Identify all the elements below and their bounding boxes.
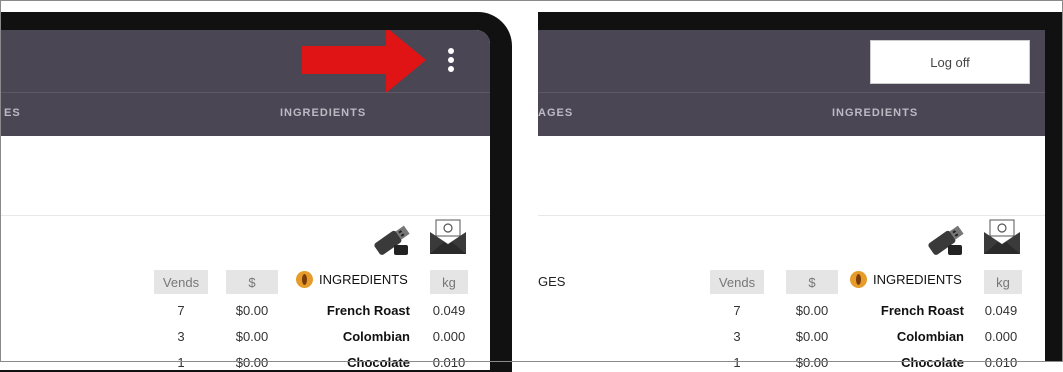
cell-ingredient: Chocolate: [347, 355, 410, 370]
cell-kg: 0.010: [984, 355, 1018, 370]
cell-kg: 0.000: [432, 329, 466, 344]
header-ingredients-label: INGREDIENTS: [319, 272, 408, 287]
right-device-edge: [1045, 12, 1063, 362]
tab-ingredients[interactable]: INGREDIENTS: [280, 107, 366, 119]
header-vends: Vends: [154, 270, 208, 294]
header-kg: kg: [984, 270, 1022, 294]
header-ingredients: INGREDIENTS: [296, 271, 408, 288]
email-icon[interactable]: [428, 218, 468, 256]
cell-price: $0.00: [235, 303, 269, 318]
usb-drive-icon[interactable]: [370, 223, 414, 257]
cell-price: $0.00: [795, 303, 829, 318]
header-ingredients: INGREDIENTS: [850, 271, 962, 288]
cell-vends: 1: [177, 355, 185, 370]
header-price: $: [786, 270, 838, 294]
tab-partial[interactable]: AGES: [538, 107, 573, 119]
cell-ingredient: French Roast: [880, 303, 964, 318]
kebab-menu-icon[interactable]: [448, 48, 454, 75]
cell-price: $0.00: [795, 329, 829, 344]
header-price: $: [226, 270, 278, 294]
cell-kg: 0.049: [984, 303, 1018, 318]
right-screen: Log off AGES INGREDIENTS GES Vends $ ING…: [538, 30, 1045, 370]
cell-ingredient: French Roast: [326, 303, 410, 318]
cell-ingredient: Colombian: [896, 329, 964, 344]
cell-vends: 1: [733, 355, 741, 370]
red-arrow-icon: [302, 30, 426, 93]
row-label-partial: GES: [538, 274, 566, 289]
cell-ingredient: Colombian: [342, 329, 410, 344]
tab-ingredients[interactable]: INGREDIENTS: [832, 107, 918, 119]
cell-kg: 0.010: [432, 355, 466, 370]
header-ingredients-label: INGREDIENTS: [873, 272, 962, 287]
cell-ingredient: Chocolate: [901, 355, 964, 370]
header-vends: Vends: [710, 270, 764, 294]
right-tab-bar: AGES INGREDIENTS: [538, 92, 1045, 136]
cell-price: $0.00: [235, 329, 269, 344]
cell-kg: 0.049: [432, 303, 466, 318]
logoff-button[interactable]: Log off: [870, 40, 1030, 84]
coffee-bean-icon: [296, 271, 313, 288]
right-device-bezel: [538, 12, 1063, 30]
usb-drive-icon[interactable]: [924, 223, 968, 257]
tab-partial[interactable]: ES: [4, 107, 21, 119]
cell-vends: 3: [733, 329, 741, 344]
section-divider: [538, 215, 1045, 216]
cell-vends: 7: [733, 303, 741, 318]
cell-kg: 0.000: [984, 329, 1018, 344]
coffee-bean-icon: [850, 271, 867, 288]
cell-vends: 7: [177, 303, 185, 318]
left-tab-bar: ES INGREDIENTS: [0, 92, 490, 136]
section-divider: [0, 215, 490, 216]
left-top-bar: [0, 30, 490, 93]
left-screen: ES INGREDIENTS Vends $ INGREDIENTS kg 7 …: [0, 30, 490, 370]
right-top-bar: Log off: [538, 30, 1045, 92]
cell-price: $0.00: [795, 355, 829, 370]
header-kg: kg: [430, 270, 468, 294]
cell-price: $0.00: [235, 355, 269, 370]
cell-vends: 3: [177, 329, 185, 344]
email-icon[interactable]: [982, 218, 1022, 256]
